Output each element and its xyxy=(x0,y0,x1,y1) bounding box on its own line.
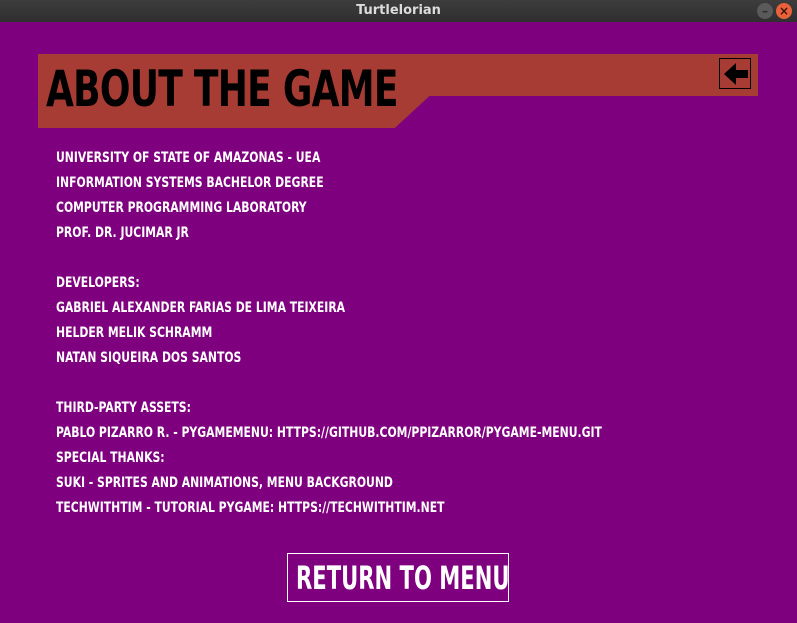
developer-name: HELDER MELIK SCHRAMM xyxy=(56,325,213,341)
asset-credit: PABLO PIZARRO R. - PYGAMEMENU: HTTPS://G… xyxy=(56,425,602,441)
back-button[interactable] xyxy=(719,58,751,89)
credits-text: UNIVERSITY OF STATE OF AMAZONAS - UEA IN… xyxy=(56,146,691,521)
window-titlebar: Turtlelorian – × xyxy=(0,0,797,22)
thanks-credit: SUKI - SPRITES AND ANIMATIONS, MENU BACK… xyxy=(56,475,393,491)
return-to-menu-label: RETURN TO MENU xyxy=(296,559,510,597)
page-title: ABOUT THE GAME xyxy=(46,60,399,118)
institution-line: PROF. DR. JUCIMAR JR xyxy=(56,225,189,241)
institution-line: COMPUTER PROGRAMMING LABORATORY xyxy=(56,200,307,216)
arrow-left-icon xyxy=(724,63,748,85)
developer-name: NATAN SIQUEIRA DOS SANTOS xyxy=(56,350,242,366)
institution-line: UNIVERSITY OF STATE OF AMAZONAS - UEA xyxy=(56,150,321,166)
thanks-credit: TECHWITHTIM - TUTORIAL PYGAME: HTTPS://T… xyxy=(56,500,445,516)
window-title: Turtlelorian xyxy=(356,3,441,18)
thanks-heading: SPECIAL THANKS: xyxy=(56,450,165,466)
developer-name: GABRIEL ALEXANDER FARIAS DE LIMA TEIXEIR… xyxy=(56,300,346,316)
close-icon[interactable]: × xyxy=(776,3,792,19)
minimize-icon[interactable]: – xyxy=(757,3,773,19)
assets-heading: THIRD-PARTY ASSETS: xyxy=(56,400,191,416)
institution-line: INFORMATION SYSTEMS BACHELOR DEGREE xyxy=(56,175,324,191)
developers-heading: DEVELOPERS: xyxy=(56,275,140,291)
return-to-menu-button[interactable]: RETURN TO MENU xyxy=(287,553,510,602)
